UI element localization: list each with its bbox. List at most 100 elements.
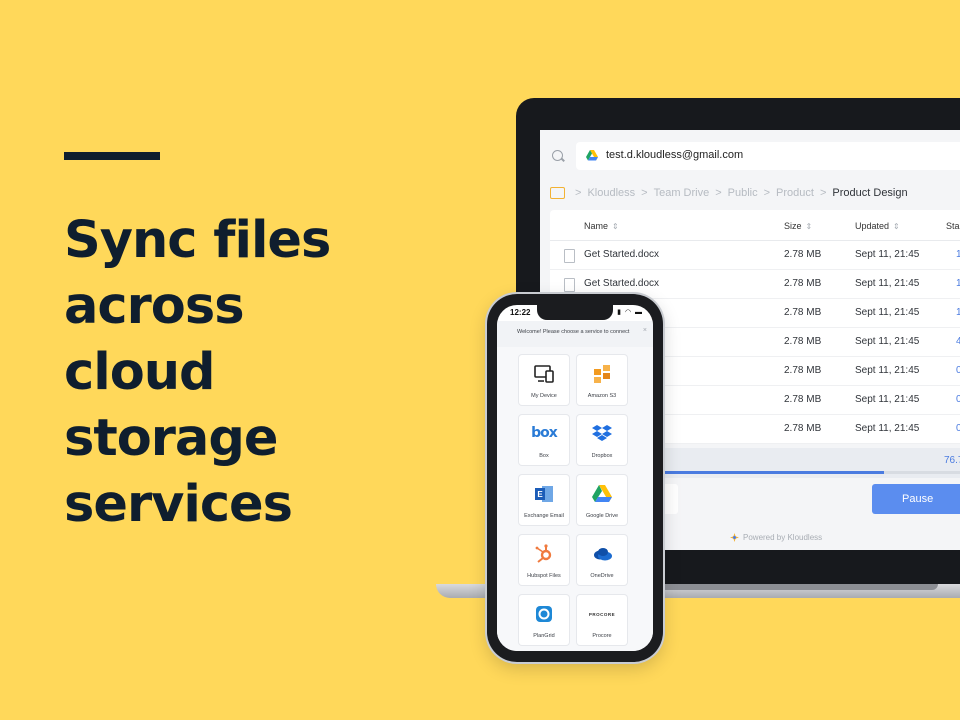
file-status: 1 (956, 278, 960, 289)
dropbox-icon (592, 425, 612, 441)
svg-text:E: E (537, 490, 543, 499)
box-icon: box (531, 425, 558, 441)
device-icon (534, 365, 554, 383)
service-label: My Device (531, 393, 557, 399)
plangrid-icon (536, 606, 552, 622)
pause-label: Pause (902, 493, 934, 505)
breadcrumb-item[interactable]: Team Drive (654, 187, 710, 199)
table-header: Name ⇕ Size ⇕ Updated ⇕ Sta (550, 210, 960, 241)
column-header-status[interactable]: Sta (946, 221, 960, 231)
sort-icon[interactable]: ⇕ (612, 222, 619, 231)
progress-percent: 76.7 (944, 455, 960, 466)
service-label: Procore (592, 633, 612, 639)
google-drive-icon (586, 150, 598, 161)
file-size: 2.78 MB (784, 278, 822, 289)
breadcrumb: > Kloudless > Team Drive > Public > Prod… (550, 185, 914, 201)
column-label: Size (784, 221, 802, 231)
file-status: 0 (956, 394, 960, 405)
phone-screen: 12:22 ▮ ◠ ▬ Welcome! Please choose a ser… (497, 305, 653, 651)
hubspot-icon (535, 544, 552, 563)
welcome-text: Welcome! Please choose a service to conn… (517, 329, 630, 335)
sort-icon[interactable]: ⇕ (893, 222, 900, 231)
exchange-icon: E (535, 486, 553, 502)
file-updated: Sept 11, 21:45 (855, 365, 920, 376)
file-size: 2.78 MB (784, 423, 822, 434)
account-selector[interactable]: test.d.kloudless@gmail.com ▼ (576, 142, 960, 170)
service-tile-procore[interactable]: PROCORE Procore (577, 595, 627, 645)
status-icons: ▮ ◠ ▬ (617, 309, 643, 316)
amazon-s3-icon (594, 365, 610, 383)
service-label: Exchange Email (524, 513, 564, 519)
headline-line: storage (64, 409, 278, 468)
kloudless-logo-icon (730, 533, 739, 542)
folder-icon (550, 187, 565, 199)
powered-by-text: Powered by Kloudless (743, 533, 823, 542)
breadcrumb-separator: > (715, 187, 722, 199)
file-size: 2.78 MB (784, 307, 822, 318)
file-size: 2.78 MB (784, 336, 822, 347)
service-label: Dropbox (591, 453, 613, 459)
onedrive-icon (594, 548, 612, 561)
service-grid: My Device Amazon S3 box Box Dropbox E Ex… (497, 347, 653, 651)
headline-line: Sync files (64, 211, 331, 270)
hero-headline: Sync files across cloud storage services (64, 208, 394, 538)
service-tile-box[interactable]: box Box (519, 415, 569, 465)
file-updated: Sept 11, 21:45 (855, 278, 920, 289)
breadcrumb-separator: > (819, 187, 827, 199)
breadcrumb-current: Product Design (832, 187, 908, 199)
search-icon[interactable] (552, 150, 563, 161)
document-icon (564, 278, 575, 292)
file-updated: Sept 11, 21:45 (855, 249, 920, 260)
service-tile-amazon-s3[interactable]: Amazon S3 (577, 355, 627, 405)
service-tile-exchange[interactable]: E Exchange Email (519, 475, 569, 525)
file-name: Get Started.docx (584, 278, 660, 289)
service-tile-onedrive[interactable]: OneDrive (577, 535, 627, 585)
google-drive-icon (592, 485, 612, 502)
file-size: 2.78 MB (784, 249, 822, 260)
column-label: Name (584, 221, 609, 231)
service-tile-hubspot[interactable]: Hubspot Files (519, 535, 569, 585)
file-status: 4 (956, 336, 960, 347)
file-updated: Sept 11, 21:45 (855, 307, 920, 318)
powered-by: Powered by Kloudless (730, 533, 822, 542)
document-icon (564, 249, 575, 263)
column-header-size[interactable]: Size ⇕ (784, 221, 812, 231)
sort-icon[interactable]: ⇕ (806, 222, 813, 231)
file-updated: Sept 11, 21:45 (855, 394, 920, 405)
service-label: Hubspot Files (527, 573, 561, 579)
service-tile-dropbox[interactable]: Dropbox (577, 415, 627, 465)
service-picker-header: Welcome! Please choose a service to conn… (497, 321, 653, 347)
breadcrumb-item[interactable]: Product (776, 187, 814, 199)
headline-line: services (64, 475, 293, 534)
breadcrumb-item: > (575, 187, 582, 199)
file-status: 1 (956, 249, 960, 260)
service-tile-google-drive[interactable]: Google Drive (577, 475, 627, 525)
service-tile-plangrid[interactable]: PlanGrid (519, 595, 569, 645)
breadcrumb-item[interactable]: Kloudless (587, 187, 635, 199)
procore-icon: PROCORE (588, 612, 616, 617)
column-header-name[interactable]: Name ⇕ (584, 221, 619, 231)
service-label: Box (539, 453, 549, 459)
accent-bar (64, 152, 160, 160)
breadcrumb-separator: > (763, 187, 771, 199)
close-icon[interactable]: × (643, 327, 647, 334)
service-label: OneDrive (590, 573, 614, 579)
pause-button[interactable]: Pause (872, 484, 960, 514)
phone-frame: 12:22 ▮ ◠ ▬ Welcome! Please choose a ser… (487, 294, 663, 662)
service-label: Google Drive (585, 513, 619, 519)
service-label: Amazon S3 (587, 393, 617, 399)
column-label: Sta (946, 221, 960, 231)
table-row[interactable]: Get Started.docx 2.78 MB Sept 11, 21:45 1 (550, 241, 960, 270)
breadcrumb-separator: > (641, 187, 648, 199)
file-name: Get Started.docx (584, 249, 660, 260)
service-tile-my-device[interactable]: My Device (519, 355, 569, 405)
file-updated: Sept 11, 21:45 (855, 423, 920, 434)
column-header-updated[interactable]: Updated ⇕ (855, 221, 900, 231)
file-status: 0 (956, 365, 960, 376)
breadcrumb-item[interactable]: Public (728, 187, 758, 199)
headline-line: across (64, 277, 245, 336)
file-status: 1 (956, 307, 960, 318)
laptop-notch (648, 584, 938, 590)
status-time: 12:22 (510, 308, 531, 317)
file-status: 0 (956, 423, 960, 434)
